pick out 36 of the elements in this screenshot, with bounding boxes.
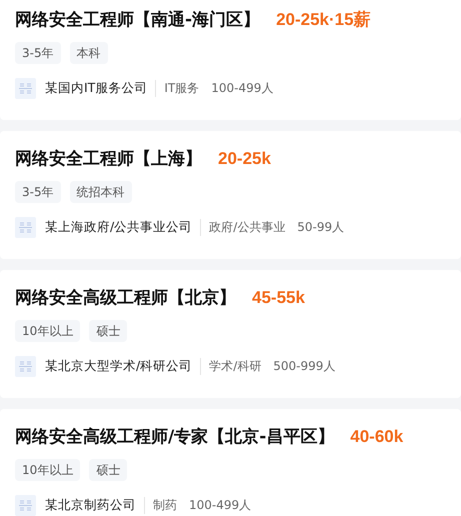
company-logo-icon bbox=[15, 495, 36, 516]
requirement-tag: 10年以上 bbox=[15, 459, 80, 481]
company-name: 某上海政府/公共事业公司 bbox=[45, 219, 202, 236]
company-name: 某北京大型学术/科研公司 bbox=[45, 358, 202, 375]
job-card[interactable]: 网络安全高级工程师/专家【北京-昌平区】 40-60k 10年以上 硕士 某北京制药公司 制药 100-499人 bbox=[0, 409, 461, 516]
requirement-tag: 3-5年 bbox=[15, 181, 61, 203]
requirement-tag: 3-5年 bbox=[15, 42, 61, 64]
industry: IT服务 bbox=[164, 80, 200, 97]
salary: 40-60k bbox=[350, 426, 404, 448]
job-title: 网络安全工程师【南通-海门区】 bbox=[15, 9, 260, 32]
company-size: 50-99人 bbox=[297, 219, 344, 236]
requirement-tag: 本科 bbox=[70, 42, 108, 64]
industry: 政府/公共事业 bbox=[209, 219, 286, 236]
requirement-tag: 统招本科 bbox=[70, 181, 132, 203]
job-card[interactable]: 网络安全高级工程师【北京】 45-55k 10年以上 硕士 某北京大型学术/科研公司 学术/科研 500-999人 bbox=[0, 270, 461, 398]
industry: 学术/科研 bbox=[209, 358, 262, 375]
requirement-tag: 硕士 bbox=[89, 320, 128, 342]
company-logo-icon bbox=[15, 356, 36, 377]
job-title: 网络安全高级工程师【北京】 bbox=[15, 287, 236, 310]
salary: 45-55k bbox=[252, 287, 305, 309]
requirement-tag: 10年以上 bbox=[15, 320, 80, 342]
company-logo-icon bbox=[15, 217, 36, 238]
job-card[interactable]: 网络安全工程师【南通-海门区】 20-25k·15薪 3-5年 本科 某国内IT服务公司 IT服务 100-499人 bbox=[0, 0, 461, 120]
company-name: 某北京制药公司 bbox=[45, 497, 145, 514]
industry: 制药 bbox=[153, 497, 177, 514]
salary: 20-25k·15薪 bbox=[276, 9, 371, 31]
company-size: 100-499人 bbox=[211, 80, 274, 97]
company-size: 100-499人 bbox=[189, 497, 252, 514]
company-logo-icon bbox=[15, 78, 36, 99]
company-name: 某国内IT服务公司 bbox=[45, 80, 156, 97]
salary: 20-25k bbox=[218, 148, 271, 170]
job-title: 网络安全高级工程师/专家【北京-昌平区】 bbox=[15, 426, 334, 449]
company-size: 500-999人 bbox=[273, 358, 336, 375]
job-title: 网络安全工程师【上海】 bbox=[15, 148, 202, 171]
job-card[interactable]: 网络安全工程师【上海】 20-25k 3-5年 统招本科 某上海政府/公共事业公司 政府/公共事业 50-99人 bbox=[0, 131, 461, 259]
requirement-tag: 硕士 bbox=[89, 459, 128, 481]
